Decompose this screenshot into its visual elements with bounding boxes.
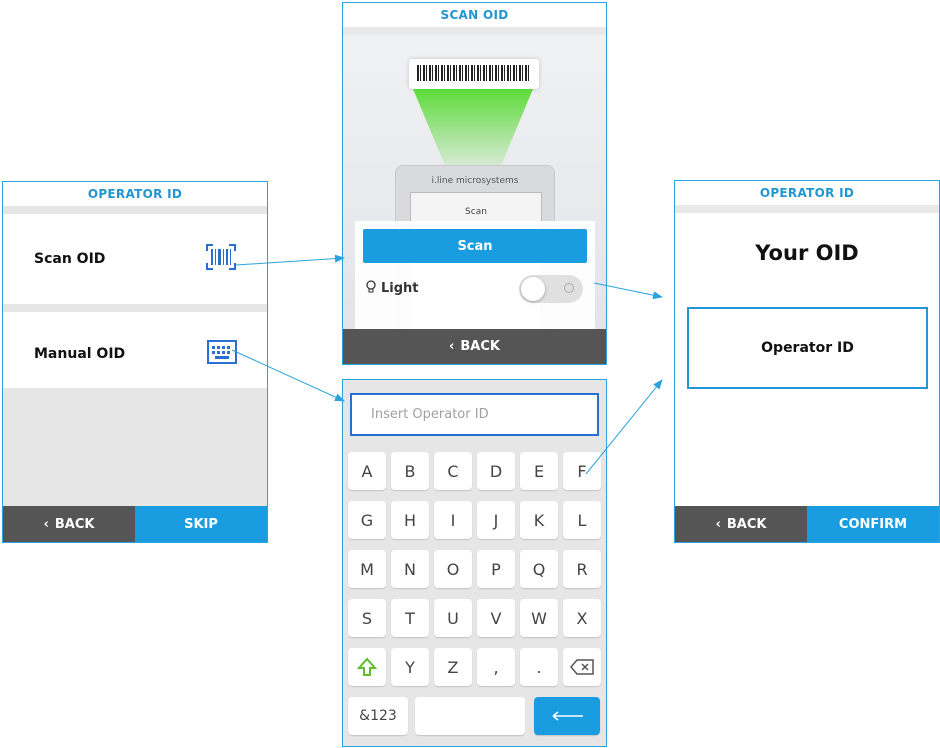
chevron-left-icon: ‹ bbox=[715, 516, 721, 532]
enter-key[interactable] bbox=[534, 697, 600, 735]
back-label: BACK bbox=[460, 339, 500, 354]
key-x[interactable]: X bbox=[563, 599, 601, 637]
footer-bar: ‹ BACK CONFIRM bbox=[675, 506, 939, 542]
key-a[interactable]: A bbox=[348, 452, 386, 490]
key-p[interactable]: P bbox=[477, 550, 515, 588]
key-h[interactable]: H bbox=[391, 501, 429, 539]
chevron-left-icon: ‹ bbox=[449, 339, 455, 354]
key-comma[interactable]: , bbox=[477, 648, 515, 686]
backspace-key[interactable] bbox=[563, 648, 601, 686]
light-row: Light bbox=[365, 273, 587, 303]
screen-title: OPERATOR ID bbox=[675, 181, 939, 205]
key-q[interactable]: Q bbox=[520, 550, 558, 588]
key-k[interactable]: K bbox=[520, 501, 558, 539]
back-button[interactable]: ‹ BACK bbox=[3, 506, 135, 542]
back-label: BACK bbox=[726, 516, 767, 532]
key-g[interactable]: G bbox=[348, 501, 386, 539]
footer-bar: ‹ BACK SKIP bbox=[3, 506, 267, 542]
key-u[interactable]: U bbox=[434, 599, 472, 637]
toggle-knob bbox=[521, 277, 545, 301]
barcode-scan-icon bbox=[205, 243, 237, 275]
key-z[interactable]: Z bbox=[434, 648, 472, 686]
chevron-left-icon: ‹ bbox=[43, 516, 49, 532]
space-key[interactable] bbox=[415, 697, 525, 735]
key-b[interactable]: B bbox=[391, 452, 429, 490]
keyboard-icon bbox=[207, 340, 237, 368]
barcode-image bbox=[417, 65, 531, 81]
scan-oid-label: Scan OID bbox=[34, 251, 106, 267]
key-j[interactable]: J bbox=[477, 501, 515, 539]
key-r[interactable]: R bbox=[563, 550, 601, 588]
key-m[interactable]: M bbox=[348, 550, 386, 588]
divider bbox=[675, 205, 939, 213]
backspace-icon bbox=[570, 659, 594, 675]
key-s[interactable]: S bbox=[348, 599, 386, 637]
symbols-key[interactable]: &123 bbox=[348, 697, 408, 735]
empty-area bbox=[3, 388, 267, 508]
barcode-card bbox=[409, 59, 539, 89]
back-label: BACK bbox=[54, 516, 95, 532]
shift-arrow-icon bbox=[357, 657, 377, 676]
key-f[interactable]: F bbox=[563, 452, 601, 490]
scanner-beam bbox=[413, 89, 533, 175]
key-o[interactable]: O bbox=[434, 550, 472, 588]
shift-key[interactable] bbox=[348, 648, 386, 686]
operator-id-input[interactable]: Insert Operator ID bbox=[350, 393, 599, 436]
scan-oid-option[interactable]: Scan OID bbox=[3, 214, 267, 304]
divider bbox=[3, 304, 267, 312]
key-l[interactable]: L bbox=[563, 501, 601, 539]
back-button[interactable]: ‹ BACK bbox=[675, 506, 807, 542]
key-y[interactable]: Y bbox=[391, 648, 429, 686]
scan-oid-screen: SCAN OID i.line microsystems Scan Scan L… bbox=[342, 2, 607, 365]
key-v[interactable]: V bbox=[477, 599, 515, 637]
scan-button[interactable]: Scan bbox=[363, 229, 587, 263]
key-t[interactable]: T bbox=[391, 599, 429, 637]
manual-oid-label: Manual OID bbox=[34, 346, 126, 362]
operator-id-screen: OPERATOR ID Scan OID Manual OID ‹ BACK S… bbox=[2, 181, 268, 543]
screen-title: SCAN OID bbox=[343, 3, 606, 27]
divider bbox=[3, 206, 267, 214]
key-period[interactable]: . bbox=[520, 648, 558, 686]
keyboard-screen: Insert Operator ID ABCDEF GHIJKL MNOPQR STU… bbox=[342, 379, 607, 747]
lightbulb-icon bbox=[365, 279, 377, 298]
key-d[interactable]: D bbox=[477, 452, 515, 490]
key-e[interactable]: E bbox=[520, 452, 558, 490]
confirm-oid-screen: OPERATOR ID Your OID Operator ID ‹ BACK … bbox=[674, 180, 940, 543]
screen-title: OPERATOR ID bbox=[3, 182, 267, 206]
toggle-off-icon bbox=[564, 283, 574, 293]
enter-arrow-icon bbox=[552, 711, 583, 721]
device-screen-label: Scan bbox=[465, 207, 487, 217]
your-oid-heading: Your OID bbox=[755, 241, 859, 265]
key-c[interactable]: C bbox=[434, 452, 472, 490]
light-label: Light bbox=[381, 280, 419, 296]
key-i[interactable]: I bbox=[434, 501, 472, 539]
confirm-button[interactable]: CONFIRM bbox=[807, 506, 939, 542]
key-w[interactable]: W bbox=[520, 599, 558, 637]
key-n[interactable]: N bbox=[391, 550, 429, 588]
skip-button[interactable]: SKIP bbox=[135, 506, 267, 542]
divider bbox=[343, 27, 606, 35]
oid-value-box: Operator ID bbox=[687, 307, 928, 389]
device-brand: i.line microsystems bbox=[431, 176, 519, 186]
manual-oid-option[interactable]: Manual OID bbox=[3, 312, 267, 396]
back-button[interactable]: ‹ BACK bbox=[343, 329, 606, 364]
light-toggle[interactable] bbox=[519, 275, 583, 303]
